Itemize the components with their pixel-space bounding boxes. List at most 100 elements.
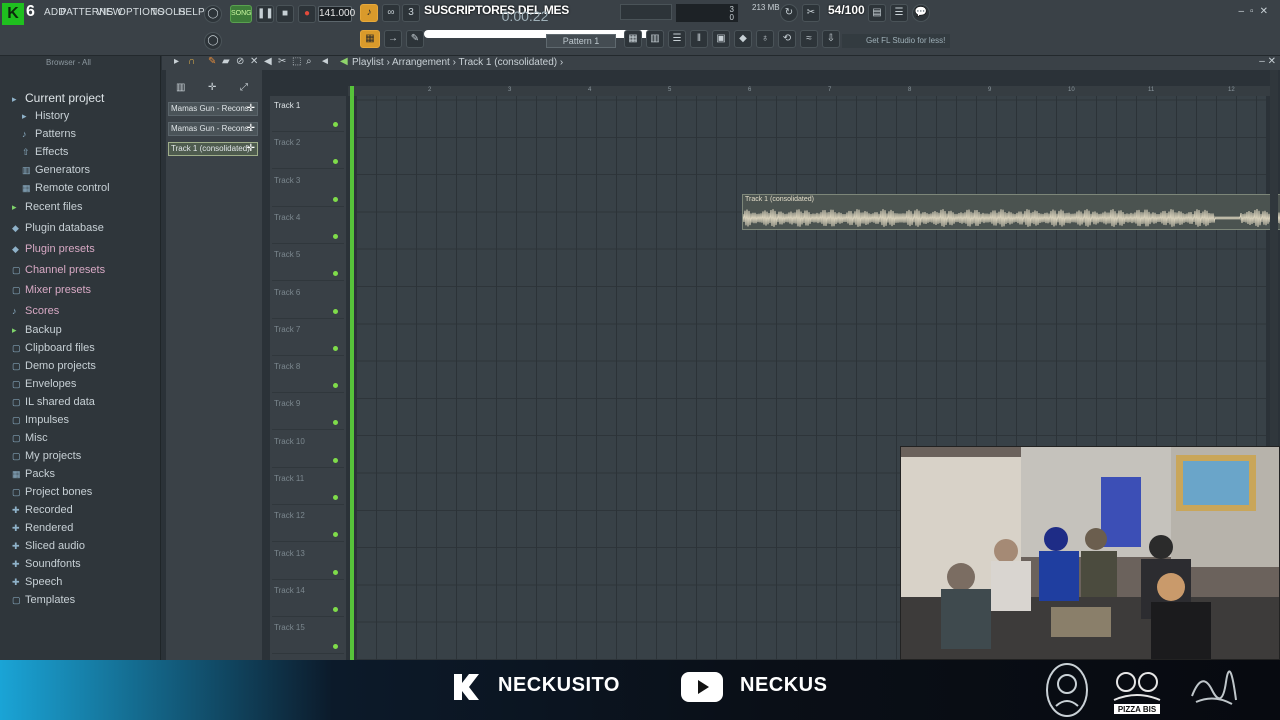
track-header[interactable]: Track 2 bbox=[272, 133, 344, 170]
picker-add-icon[interactable]: ✛ bbox=[247, 123, 255, 135]
menu-help[interactable]: HELP bbox=[178, 7, 205, 18]
mute-tool-icon[interactable]: ✕ bbox=[250, 56, 258, 67]
browser-item-packs[interactable]: ▦ Packs bbox=[12, 468, 55, 480]
picker-item[interactable]: Mamas Gun - Recons.. ✛ bbox=[168, 122, 258, 136]
track-header[interactable]: Track 12 bbox=[272, 506, 344, 543]
piano-roll-icon[interactable]: ▥ bbox=[646, 30, 664, 48]
track-header[interactable]: Track 8 bbox=[272, 357, 344, 394]
track-mute-led-icon[interactable] bbox=[333, 122, 338, 127]
browser-item-history[interactable]: ▸ History bbox=[22, 110, 69, 122]
browser-item-templates[interactable]: ▢ Templates bbox=[12, 594, 75, 606]
track-mute-led-icon[interactable] bbox=[333, 345, 338, 351]
browser-item-mixer-presets[interactable]: ▢ Mixer presets bbox=[12, 284, 91, 296]
track-header[interactable]: Track 7 bbox=[272, 320, 344, 356]
grid-icon[interactable]: ▦ bbox=[624, 30, 642, 48]
picker-edit-icon[interactable]: ⤢ bbox=[240, 82, 248, 93]
picker-patterns-icon[interactable]: ▥ bbox=[176, 82, 185, 93]
download-icon[interactable]: ⇩ bbox=[822, 30, 840, 48]
track-header[interactable]: Track 3 bbox=[272, 171, 344, 207]
playback-tool-icon[interactable]: ◄ bbox=[320, 56, 330, 67]
browser-item-recorded[interactable]: ✚ Recorded bbox=[12, 504, 73, 516]
browser-item-channel-presets[interactable]: ▢ Channel presets bbox=[12, 264, 105, 276]
bar-ruler[interactable]: 2 3 4 5 6 7 8 9 10 11 12 bbox=[348, 86, 1270, 96]
draw-tool-icon[interactable]: ✎ bbox=[208, 56, 216, 67]
mixer-icon[interactable]: ▤ bbox=[868, 4, 886, 22]
master-volume-slider[interactable] bbox=[620, 4, 672, 20]
link-icon[interactable]: ⟲ bbox=[778, 30, 796, 48]
mic-icon[interactable]: ♁ bbox=[756, 30, 774, 48]
paint-tool-icon[interactable]: ▰ bbox=[222, 56, 230, 67]
browser-item-plugin-database[interactable]: ◆ Plugin database bbox=[12, 222, 104, 234]
mixer-faders-icon[interactable]: ‖ bbox=[690, 30, 708, 48]
track-header[interactable]: Track 10 bbox=[272, 432, 344, 468]
track-header[interactable]: Track 13 bbox=[272, 544, 344, 580]
slice-tool-icon[interactable]: ✂ bbox=[278, 56, 286, 67]
tempo-display[interactable]: 141.000 bbox=[318, 6, 355, 22]
track-header[interactable]: Track 1 bbox=[272, 96, 344, 132]
track-header[interactable]: Track 14 bbox=[272, 581, 344, 617]
playlist-menu-arrow-icon[interactable]: ▸ bbox=[174, 56, 179, 67]
browser-item-remote-control[interactable]: ▦ Remote control bbox=[22, 182, 110, 194]
delete-tool-icon[interactable]: ⊘ bbox=[236, 56, 244, 67]
track-mute-led-icon[interactable] bbox=[333, 457, 338, 463]
audio-clip[interactable]: Track 1 (consolidated) bbox=[742, 194, 1280, 230]
browser-item-sliced-audio[interactable]: ✚ Sliced audio bbox=[12, 540, 85, 552]
song-mode-toggle[interactable]: SONG bbox=[230, 5, 252, 23]
step-edit-icon[interactable]: 3 bbox=[402, 4, 420, 22]
picker-add-icon[interactable]: ✛ bbox=[247, 103, 255, 115]
browser-item-soundfonts[interactable]: ✚ Soundfonts bbox=[12, 558, 81, 570]
playlist-play-icon[interactable]: ◀ bbox=[340, 56, 348, 67]
refresh-icon[interactable]: ↻ bbox=[780, 4, 798, 22]
window-controls[interactable]: –▫✕ bbox=[1239, 6, 1275, 17]
picker-item[interactable]: Mamas Gun - Recons.. ✛ bbox=[168, 102, 258, 116]
browser-item-effects[interactable]: ⇧ Effects bbox=[22, 146, 68, 158]
track-mute-led-icon[interactable] bbox=[333, 383, 338, 389]
track-header[interactable]: Track 4 bbox=[272, 208, 344, 244]
track-mute-led-icon[interactable] bbox=[333, 420, 338, 426]
browser-item-generators[interactable]: ▥ Generators bbox=[22, 164, 90, 176]
playlist-view-icon[interactable]: ▦ bbox=[360, 30, 380, 48]
pause-icon[interactable]: ❚❚ bbox=[256, 5, 274, 23]
track-header[interactable]: Track 11 bbox=[272, 469, 344, 505]
browser-item-envelopes[interactable]: ▢ Envelopes bbox=[12, 378, 76, 390]
pencil-icon[interactable]: ✎ bbox=[406, 30, 424, 48]
track-header[interactable]: Track 9 bbox=[272, 394, 344, 431]
picker-add-icon[interactable]: ✛ bbox=[247, 143, 255, 155]
browser-item-patterns[interactable]: ♪ Patterns bbox=[22, 128, 76, 140]
browser-item-my-projects[interactable]: ▢ My projects bbox=[12, 450, 81, 462]
browser-item-backup[interactable]: ▸ Backup bbox=[12, 324, 62, 336]
chat-icon[interactable]: 💬 bbox=[912, 4, 930, 22]
wave-icon[interactable]: ≈ bbox=[800, 30, 818, 48]
zoom-tool-icon[interactable]: ⌕ bbox=[306, 56, 312, 67]
magnet-icon[interactable]: ∩ bbox=[188, 56, 195, 67]
picker-add-icon[interactable]: ✛ bbox=[208, 82, 216, 93]
track-header[interactable]: Track 5 bbox=[272, 245, 344, 282]
track-header[interactable]: Track 6 bbox=[272, 283, 344, 319]
playlist-close-icon[interactable]: – ✕ bbox=[1259, 56, 1276, 67]
track-mute-led-icon[interactable] bbox=[333, 196, 338, 202]
pitch-knob-icon[interactable]: ◯ bbox=[204, 5, 222, 23]
browser-item-demo-projects[interactable]: ▢ Demo projects bbox=[12, 360, 96, 372]
track-mute-led-icon[interactable] bbox=[333, 644, 338, 650]
browser-item-plugin-presets[interactable]: ◆ Plugin presets bbox=[12, 243, 95, 255]
master-pitch-knob-icon[interactable]: ◯ bbox=[204, 32, 222, 50]
slip-tool-icon[interactable]: ◀ bbox=[264, 56, 272, 67]
browser-item-recent-files[interactable]: ▸ Recent files bbox=[12, 201, 82, 213]
list-icon[interactable]: ☰ bbox=[668, 30, 686, 48]
track-mute-led-icon[interactable] bbox=[333, 308, 338, 314]
browser-item-scores[interactable]: ♪ Scores bbox=[12, 305, 59, 317]
browser-item-project-bones[interactable]: ▢ Project bones bbox=[12, 486, 92, 498]
browser-icon[interactable]: ▣ bbox=[712, 30, 730, 48]
browser-item-il-shared-data[interactable]: ▢ IL shared data bbox=[12, 396, 95, 408]
channel-rack-icon[interactable]: ☰ bbox=[890, 4, 908, 22]
arrow-right-icon[interactable]: → bbox=[384, 30, 402, 48]
track-mute-led-icon[interactable] bbox=[333, 233, 338, 239]
track-header[interactable]: Track 15 bbox=[272, 618, 344, 655]
browser-item-impulses[interactable]: ▢ Impulses bbox=[12, 414, 69, 426]
picker-item[interactable]: Track 1 (consolidated) ✛ bbox=[168, 142, 258, 156]
scissors-icon[interactable]: ✂ bbox=[802, 4, 820, 22]
pattern-selector[interactable]: Pattern 1 bbox=[546, 34, 616, 48]
track-mute-led-icon[interactable] bbox=[333, 569, 338, 575]
playhead-marker[interactable] bbox=[350, 86, 354, 660]
plugin-icon[interactable]: ◆ bbox=[734, 30, 752, 48]
